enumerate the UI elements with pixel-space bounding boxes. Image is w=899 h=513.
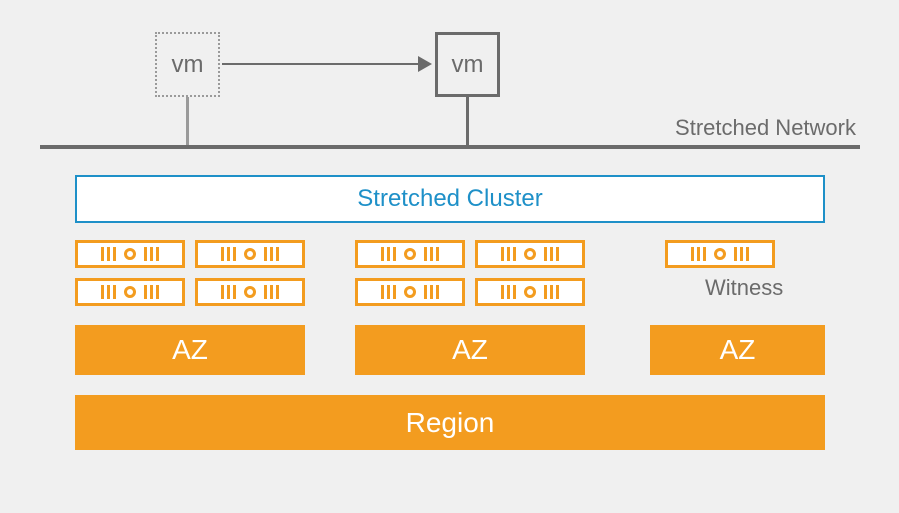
server-az2-2 <box>355 278 465 306</box>
region-box: Region <box>75 395 825 450</box>
server-az2-1 <box>475 240 585 268</box>
stretched-network-line <box>40 145 860 149</box>
server-disc-icon <box>244 248 256 260</box>
server-az1-1 <box>195 240 305 268</box>
az-label: AZ <box>720 334 756 366</box>
vm-dest-label: vm <box>452 51 484 79</box>
vm-source-label: vm <box>172 51 204 79</box>
server-bars-icon <box>144 247 159 261</box>
server-disc-icon <box>524 286 536 298</box>
migration-arrow-head-icon <box>418 56 432 72</box>
server-bars-icon <box>424 247 439 261</box>
server-disc-icon <box>124 286 136 298</box>
az-box-2: AZ <box>650 325 825 375</box>
az-box-1: AZ <box>355 325 585 375</box>
server-az1-3 <box>195 278 305 306</box>
server-bars-icon <box>544 247 559 261</box>
stretched-network-label: Stretched Network <box>675 115 856 141</box>
server-bars-icon <box>424 285 439 299</box>
server-bars-icon <box>691 247 706 261</box>
diagram-canvas: { "vm": { "source_label": "vm", "dest_la… <box>0 0 899 513</box>
region-label: Region <box>406 407 495 439</box>
server-bars-icon <box>101 247 116 261</box>
server-bars-icon <box>501 285 516 299</box>
stretched-cluster-box: Stretched Cluster <box>75 175 825 223</box>
server-disc-icon <box>404 248 416 260</box>
server-disc-icon <box>124 248 136 260</box>
vm-dest-stem <box>466 97 469 145</box>
az-label: AZ <box>172 334 208 366</box>
server-bars-icon <box>101 285 116 299</box>
vm-source-stem <box>186 97 189 145</box>
server-disc-icon <box>404 286 416 298</box>
server-az1-2 <box>75 278 185 306</box>
stretched-cluster-label: Stretched Cluster <box>357 185 542 213</box>
server-bars-icon <box>144 285 159 299</box>
server-az2-0 <box>355 240 465 268</box>
az-box-0: AZ <box>75 325 305 375</box>
server-disc-icon <box>244 286 256 298</box>
server-bars-icon <box>544 285 559 299</box>
server-bars-icon <box>264 247 279 261</box>
server-bars-icon <box>221 285 236 299</box>
server-bars-icon <box>381 285 396 299</box>
az-label: AZ <box>452 334 488 366</box>
server-bars-icon <box>221 247 236 261</box>
vm-source-box: vm <box>155 32 220 97</box>
server-az1-0 <box>75 240 185 268</box>
migration-arrow-line <box>222 63 420 65</box>
server-disc-icon <box>524 248 536 260</box>
server-bars-icon <box>501 247 516 261</box>
server-disc-icon <box>714 248 726 260</box>
witness-label: Witness <box>705 275 783 301</box>
server-az2-3 <box>475 278 585 306</box>
vm-dest-box: vm <box>435 32 500 97</box>
server-bars-icon <box>264 285 279 299</box>
server-witness-0 <box>665 240 775 268</box>
server-bars-icon <box>381 247 396 261</box>
server-bars-icon <box>734 247 749 261</box>
